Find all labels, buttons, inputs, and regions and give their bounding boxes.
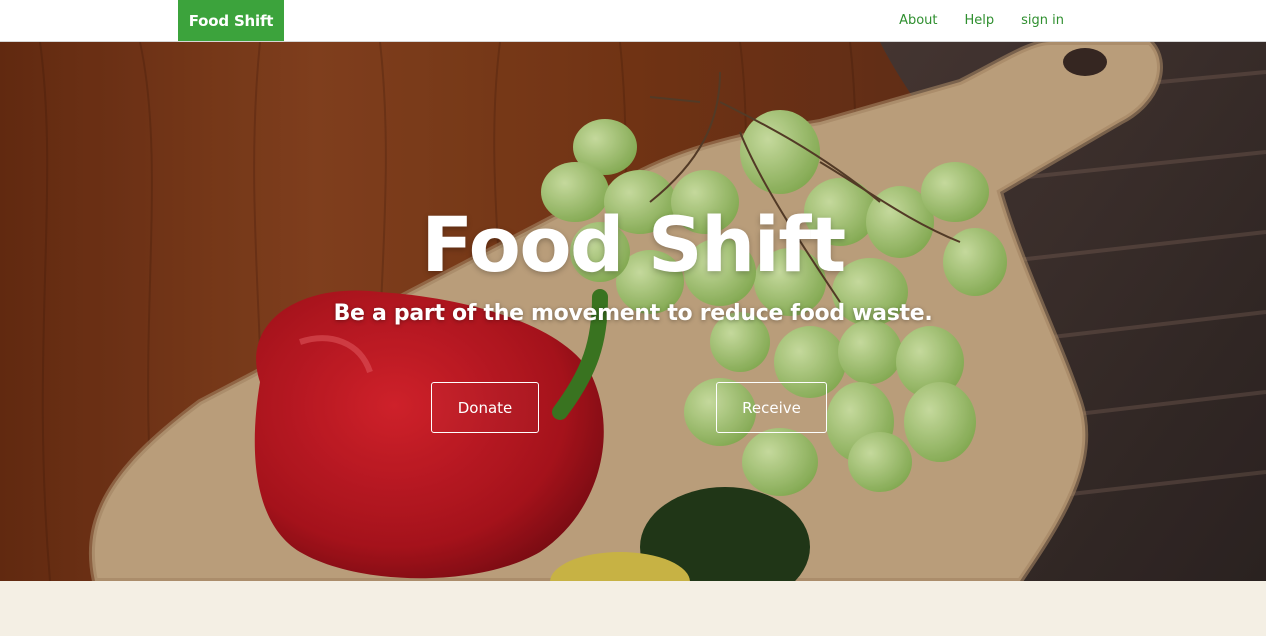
hero-title: Food Shift — [421, 200, 846, 289]
receive-button[interactable]: Receive — [716, 382, 827, 433]
donate-button[interactable]: Donate — [431, 382, 539, 433]
main-nav: About Help sign in — [872, 0, 1064, 41]
content-section-below-hero — [0, 581, 1266, 636]
brand-logo-link[interactable]: Food Shift — [178, 0, 284, 41]
nav-link-sign-in[interactable]: sign in — [1021, 13, 1064, 28]
nav-link-help[interactable]: Help — [965, 13, 995, 28]
nav-link-about[interactable]: About — [899, 13, 937, 28]
hero-section: Food Shift Be a part of the movement to … — [0, 42, 1266, 581]
hero-subtitle: Be a part of the movement to reduce food… — [333, 301, 933, 326]
top-navbar: Food Shift About Help sign in — [0, 0, 1266, 42]
